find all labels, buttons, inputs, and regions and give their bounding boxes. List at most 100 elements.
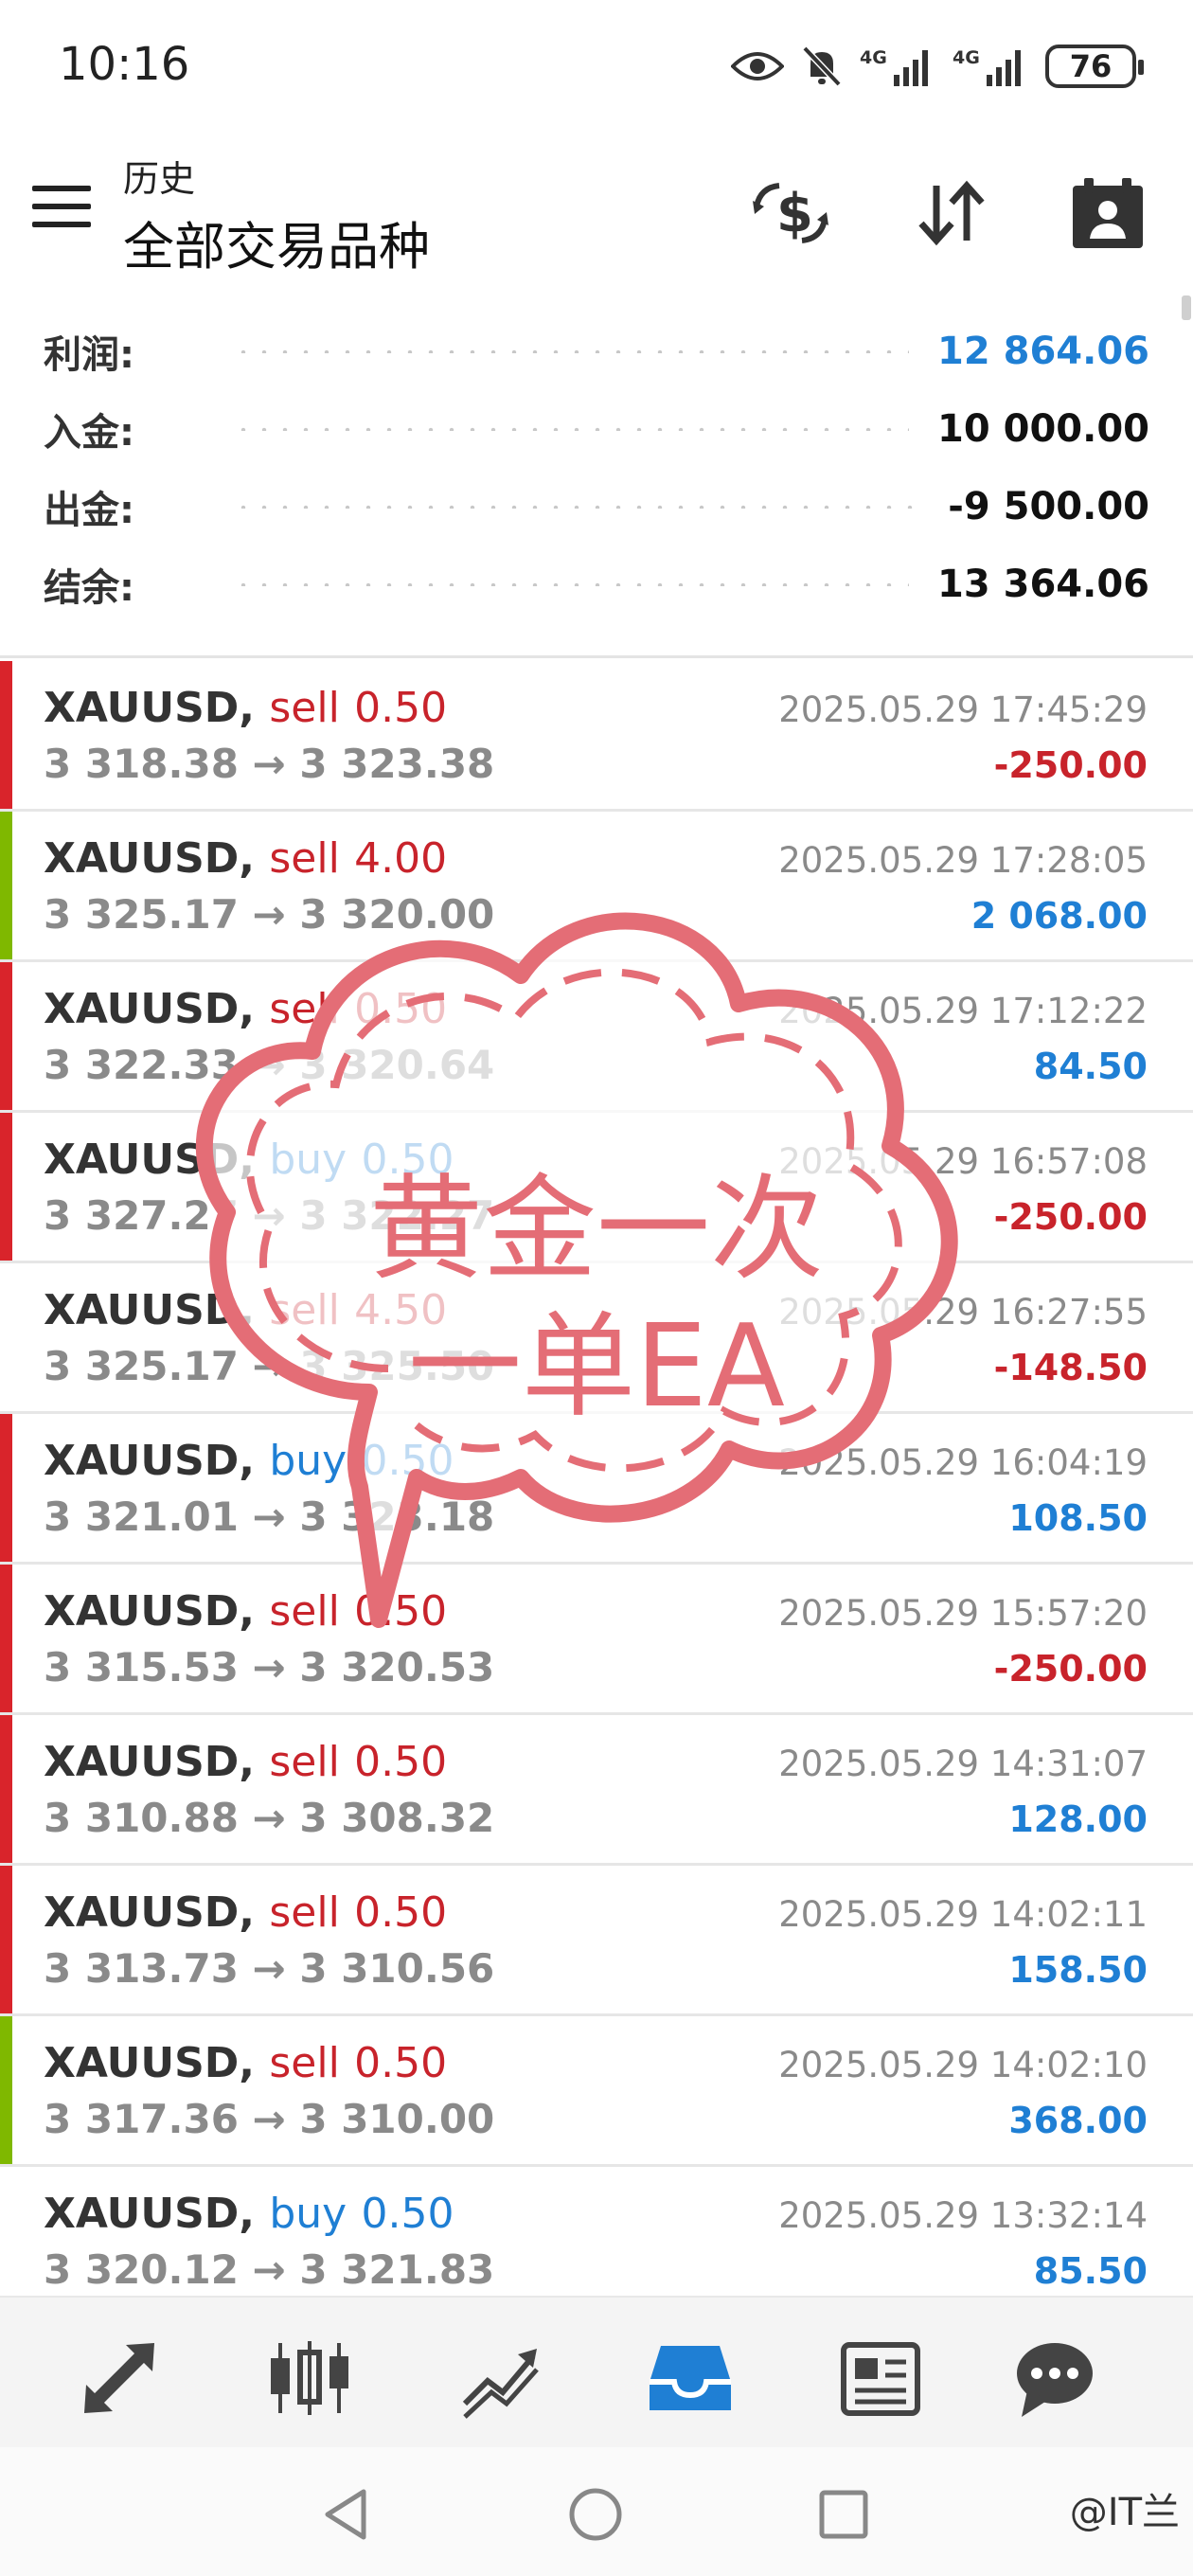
trade-side: sell (269, 1587, 340, 1636)
calendar-person-icon[interactable] (1065, 170, 1150, 256)
trade-row[interactable]: XAUUSD, sell 0.50 3 318.38 → 3 323.38 2025… (0, 661, 1193, 812)
battery-indicator: 76 (1045, 45, 1144, 88)
trade-side: buy (269, 2190, 347, 2238)
trade-side: buy (269, 1136, 347, 1184)
trade-prices: 3 321.01 → 3 323.18 (44, 1494, 495, 1540)
trade-symbol: XAUUSD, (44, 684, 256, 732)
trade-symbol-line: XAUUSD, buy 0.50 (44, 2190, 454, 2238)
withdrawal-value: -9 500.00 (948, 485, 1149, 528)
trade-symbol: XAUUSD, (44, 834, 256, 883)
trade-row[interactable]: XAUUSD, buy 0.50 3 320.12 → 3 321.83 2025.… (0, 2167, 1193, 2295)
trade-status-bar (0, 1263, 12, 1411)
trade-volume: 4.00 (354, 834, 448, 883)
system-nav-bar (0, 2447, 1193, 2576)
trade-status-bar (0, 962, 12, 1110)
history-icon[interactable] (643, 2335, 738, 2421)
trade-icon[interactable] (453, 2335, 547, 2421)
trade-volume: 0.50 (354, 1738, 448, 1786)
trade-symbol-line: XAUUSD, sell 0.50 (44, 1738, 447, 1786)
trade-prices: 3 320.12 → 3 321.83 (44, 2246, 495, 2293)
trade-list[interactable]: XAUUSD, sell 0.50 3 318.38 → 3 323.38 2025… (0, 661, 1193, 2295)
trade-row[interactable]: XAUUSD, sell 0.50 3 317.36 → 3 310.00 2025… (0, 2016, 1193, 2167)
trade-symbol: XAUUSD, (44, 985, 256, 1033)
trade-prices: 3 322.33 → 3 320.64 (44, 1042, 495, 1088)
trade-time: 2025.05.29 17:45:29 (778, 689, 1148, 730)
trade-time: 2025.05.29 14:31:07 (778, 1744, 1148, 1784)
trade-prices: 3 318.38 → 3 323.38 (44, 741, 495, 787)
trade-profit: -250.00 (993, 744, 1148, 786)
recents-icon[interactable] (810, 2481, 877, 2548)
header-title[interactable]: 全部交易品种 (123, 205, 430, 279)
dollar-sync-icon[interactable]: $ (748, 170, 833, 256)
trade-side: sell (269, 834, 340, 883)
trade-symbol-line: XAUUSD, sell 0.50 (44, 1888, 447, 1937)
trade-row[interactable]: XAUUSD, sell 0.50 3 313.73 → 3 310.56 2025… (0, 1866, 1193, 2016)
trade-symbol: XAUUSD, (44, 1587, 256, 1636)
trade-profit: 84.50 (1033, 1046, 1148, 1087)
status-time: 10:16 (59, 38, 190, 91)
trade-symbol-line: XAUUSD, sell 4.00 (44, 834, 447, 883)
trade-side: sell (269, 2039, 340, 2087)
trade-symbol-line: XAUUSD, sell 0.50 (44, 1587, 447, 1636)
trade-row[interactable]: XAUUSD, sell 0.50 3 310.88 → 3 308.32 2025… (0, 1715, 1193, 1866)
trade-symbol-line: XAUUSD, sell 0.50 (44, 985, 447, 1033)
trade-time: 2025.05.29 17:12:22 (778, 991, 1148, 1031)
chart-icon[interactable] (262, 2335, 357, 2421)
trade-side: sell (269, 1888, 340, 1937)
news-icon[interactable] (833, 2335, 928, 2421)
trade-prices: 3 317.36 → 3 310.00 (44, 2096, 495, 2142)
chat-icon[interactable] (1007, 2335, 1102, 2421)
trade-volume: 0.50 (354, 1888, 448, 1937)
bell-off-icon (801, 44, 843, 89)
trade-volume: 0.50 (354, 2039, 448, 2087)
trade-time: 2025.05.29 15:57:20 (778, 1593, 1148, 1634)
trade-prices: 3 325.17 → 3 325.50 (44, 1343, 495, 1389)
deposit-label: 入金: (44, 411, 134, 455)
trade-row[interactable]: XAUUSD, buy 0.50 3 321.01 → 3 323.18 2025.… (0, 1414, 1193, 1565)
dotted-leader (233, 582, 910, 586)
trade-time: 2025.05.29 17:28:05 (778, 840, 1148, 881)
trade-row[interactable]: XAUUSD, buy 0.50 3 327.27 → 3 322.27 2025.… (0, 1113, 1193, 1263)
profit-value: 12 864.06 (937, 330, 1149, 373)
network-label-1: 4G (860, 47, 887, 68)
trade-status-bar (0, 2167, 12, 2295)
trade-prices: 3 313.73 → 3 310.56 (44, 1945, 495, 1992)
back-icon[interactable] (312, 2481, 379, 2548)
home-icon[interactable] (562, 2481, 629, 2548)
summary-row-profit: 利润: 12 864.06 (44, 313, 1149, 390)
trade-row[interactable]: XAUUSD, sell 4.00 3 325.17 → 3 320.00 2025… (0, 812, 1193, 962)
trade-profit: -250.00 (993, 1648, 1148, 1690)
trade-status-bar (0, 1113, 12, 1261)
trade-symbol-line: XAUUSD, sell 0.50 (44, 2039, 447, 2087)
trade-symbol: XAUUSD, (44, 1738, 256, 1786)
dotted-leader (233, 427, 910, 431)
trade-time: 2025.05.29 16:57:08 (778, 1141, 1148, 1182)
trade-status-bar (0, 1414, 12, 1562)
trade-time: 2025.05.29 14:02:10 (778, 2045, 1148, 2085)
trade-symbol-line: XAUUSD, buy 0.50 (44, 1136, 454, 1184)
trade-row[interactable]: XAUUSD, sell 4.50 3 325.17 → 3 325.50 2025… (0, 1263, 1193, 1414)
trade-symbol: XAUUSD, (44, 1437, 256, 1485)
summary-row-deposit: 入金: 10 000.00 (44, 390, 1149, 468)
balance-value: 13 364.06 (937, 563, 1149, 606)
trade-time: 2025.05.29 14:02:11 (778, 1894, 1148, 1935)
trade-volume: 0.50 (354, 1587, 448, 1636)
trade-side: sell (269, 684, 340, 732)
trade-side: sell (269, 985, 340, 1033)
eye-icon (731, 44, 784, 89)
trade-prices: 3 325.17 → 3 320.00 (44, 891, 495, 938)
menu-icon[interactable] (32, 186, 91, 231)
trade-symbol: XAUUSD, (44, 1286, 256, 1334)
dotted-leader (233, 505, 920, 509)
bottom-nav (0, 2296, 1193, 2447)
trade-symbol: XAUUSD, (44, 2190, 256, 2238)
trade-status-bar (0, 1866, 12, 2013)
header-subtitle: 历史 (123, 158, 196, 200)
trade-row[interactable]: XAUUSD, sell 0.50 3 322.33 → 3 320.64 2025… (0, 962, 1193, 1113)
balance-label: 结余: (44, 566, 134, 610)
trade-volume: 0.50 (361, 1136, 454, 1184)
trade-row[interactable]: XAUUSD, sell 0.50 3 315.53 → 3 320.53 2025… (0, 1565, 1193, 1715)
network-label-2: 4G (953, 47, 980, 68)
sort-icon[interactable] (909, 170, 994, 256)
quotes-icon[interactable] (72, 2335, 167, 2421)
